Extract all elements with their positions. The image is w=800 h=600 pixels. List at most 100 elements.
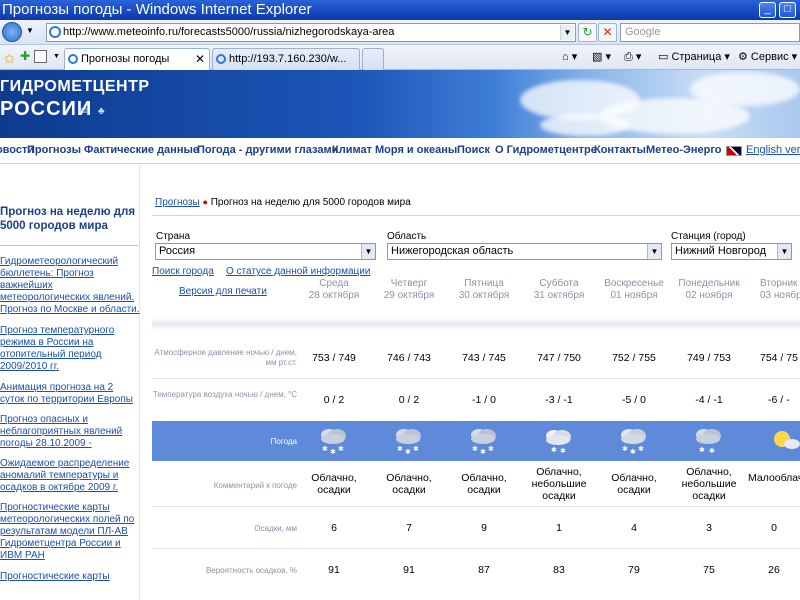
feeds-icon[interactable]: ▧ ▾ xyxy=(592,48,611,67)
comment-cell: Облачно, небольшие осадки xyxy=(531,466,587,502)
pressure-cell: 752 / 755 xyxy=(612,352,656,364)
comment-cell: Облачно, осадки xyxy=(311,472,357,496)
quick-tabs-icon[interactable] xyxy=(34,50,47,63)
menu-item-meteo-energo[interactable]: Метео-Энерго xyxy=(646,144,722,156)
service-menu[interactable]: ⚙ Сервис ▾ xyxy=(738,48,797,67)
refresh-icon[interactable]: ↻ xyxy=(578,23,597,42)
sun-cloud-icon xyxy=(774,431,800,449)
menu-item-other-eyes[interactable]: Погода - другими глазами xyxy=(197,144,338,156)
breadcrumb-separator-icon: ● xyxy=(202,197,208,207)
day-header: Вторник03 ноября xyxy=(760,278,800,301)
row-label-weather: Погода xyxy=(270,437,297,446)
address-toolbar: ▼ http://www.meteoinfo.ru/forecasts5000/… xyxy=(0,20,800,45)
english-version-link[interactable]: English version xyxy=(746,144,800,156)
history-dropdown-icon[interactable]: ▼ xyxy=(26,26,34,35)
tab-second[interactable]: http://193.7.160.230/w... xyxy=(212,48,360,70)
ie-tab-icon xyxy=(68,54,78,64)
favorites-star-icon[interactable]: ✩ xyxy=(4,51,15,67)
svg-text:✱: ✱ xyxy=(338,445,344,453)
cloud-snow-rain-icon: ✱ ✱ xyxy=(696,429,721,455)
menu-item-seas[interactable]: Моря и океаны xyxy=(375,144,457,156)
chevron-down-icon: ▼ xyxy=(777,244,791,259)
pressure-cell: 749 / 753 xyxy=(687,352,731,364)
breadcrumb-link-forecasts[interactable]: Прогнозы xyxy=(155,197,200,208)
menu-item-contacts[interactable]: Контакты xyxy=(594,144,646,156)
stop-icon[interactable]: ✕ xyxy=(598,23,617,42)
sidebar-link-heating-season[interactable]: Прогноз температурного режима в России н… xyxy=(0,325,140,373)
sidebar-link-bulletin[interactable]: Гидрометеорологический бюллетень: Прогно… xyxy=(0,256,140,316)
probability-cell: 26 xyxy=(768,564,780,576)
site-logo-line1[interactable]: ГИДРОМЕТЦЕНТР xyxy=(0,78,150,96)
home-icon[interactable]: ⌂ ▾ xyxy=(562,48,577,67)
day-header: Воскресенье 01 ноября xyxy=(604,278,664,301)
svg-text:✱: ✱ xyxy=(413,445,419,453)
print-version-link[interactable]: Версия для печати xyxy=(179,286,267,297)
precipitation-cell: 9 xyxy=(481,522,487,534)
precipitation-cell: 0 xyxy=(771,522,777,534)
menu-item-actual-data[interactable]: Фактические данные xyxy=(84,144,199,156)
city-search-link[interactable]: Поиск города xyxy=(152,266,214,277)
address-input[interactable]: http://www.meteoinfo.ru/forecasts5000/ru… xyxy=(46,23,576,42)
svg-text:✱: ✱ xyxy=(480,448,486,456)
region-select[interactable]: Нижегородская область ▼ xyxy=(387,243,662,260)
temperature-cell: -1 / 0 xyxy=(472,394,496,406)
row-label-pressure: Атмосферное давление ночью / днем, мм рт… xyxy=(154,348,297,367)
svg-text:✱: ✱ xyxy=(330,448,336,456)
minimize-button[interactable]: _ xyxy=(759,2,776,18)
row-label-precipitation: Осадки, мм xyxy=(254,524,297,533)
probability-cell: 91 xyxy=(403,564,415,576)
pressure-cell: 746 / 743 xyxy=(387,352,431,364)
precipitation-cell: 6 xyxy=(331,522,337,534)
temperature-cell: 0 / 2 xyxy=(323,394,345,406)
site-banner: ГИДРОМЕТЦЕНТР РОССИИ ⌂ ✉ ♣ xyxy=(0,70,800,138)
country-label: Страна xyxy=(156,231,191,242)
sidebar-link-anomalies[interactable]: Ожидаемое распределение аномалий темпера… xyxy=(0,458,140,494)
maximize-button[interactable]: □ xyxy=(779,2,796,18)
menu-item-climate[interactable]: Климат xyxy=(332,144,372,156)
station-select[interactable]: Нижний Новгород ▼ xyxy=(671,243,792,260)
uk-flag-icon xyxy=(726,146,742,156)
menu-item-forecasts[interactable]: Прогнозы xyxy=(27,144,81,156)
day-header: Понедельник 02 ноября xyxy=(678,278,740,301)
svg-text:✱: ✱ xyxy=(551,446,557,454)
pressure-cell: 743 / 745 xyxy=(462,352,506,364)
add-favorite-icon[interactable]: ✚ xyxy=(20,49,30,63)
tab-list-icon[interactable]: ▼ xyxy=(53,53,60,60)
row-label-temperature: Температура воздуха ночью / днем, °С xyxy=(152,390,297,399)
sidebar-divider xyxy=(0,245,138,246)
cloud-snow-icon: ✱ ✱ xyxy=(546,430,571,455)
banner-icons[interactable]: ⌂ ✉ ♣ xyxy=(62,106,109,117)
table-header-shadow xyxy=(152,318,800,330)
temperature-cell: 0 / 2 xyxy=(398,394,420,406)
probability-cell: 75 xyxy=(703,564,715,576)
print-icon[interactable]: ⎙ ▾ xyxy=(624,48,641,67)
menu-item-about[interactable]: О Гидрометцентре xyxy=(495,144,597,156)
page-menu[interactable]: ▭ Страница ▾ xyxy=(658,48,730,67)
sidebar-link-europe-animation[interactable]: Анимация прогноза на 2 суток по территор… xyxy=(0,382,140,406)
probability-cell: 87 xyxy=(478,564,490,576)
tab-forecasts[interactable]: Прогнозы погоды ✕ xyxy=(64,48,210,70)
day-header: Среда 28 октября xyxy=(308,278,360,301)
precipitation-cell: 3 xyxy=(706,522,712,534)
data-status-link[interactable]: О статусе данной информации xyxy=(226,266,370,277)
back-icon[interactable] xyxy=(2,22,22,42)
svg-text:✱: ✱ xyxy=(622,445,628,453)
row-label-probability: Вероятность осадков, % xyxy=(205,566,297,575)
main-menu: Новости Прогнозы Фактические данные Пого… xyxy=(0,138,800,164)
sidebar-link-prognostic-maps-2[interactable]: Прогностические карты xyxy=(0,571,140,583)
comment-cell: Малооблачно, без осадков xyxy=(748,472,800,484)
country-select[interactable]: Россия ▼ xyxy=(155,243,376,260)
sidebar-link-prognostic-maps[interactable]: Прогностические карты метеорологических … xyxy=(0,502,140,562)
menu-item-search[interactable]: Поиск xyxy=(457,144,490,156)
ie-page-icon xyxy=(49,26,61,38)
sidebar-heading: Прогноз на неделю для 5000 городов мира xyxy=(0,206,136,232)
chevron-down-icon: ▼ xyxy=(361,244,375,259)
address-dropdown-icon[interactable]: ▼ xyxy=(560,25,574,40)
cloud-decoration xyxy=(690,72,800,106)
search-input[interactable]: Google xyxy=(620,23,800,42)
new-tab-button[interactable] xyxy=(362,48,384,70)
close-tab-icon[interactable]: ✕ xyxy=(195,49,205,69)
probability-cell: 79 xyxy=(628,564,640,576)
tab-bar: ✩ ✚ ▼ Прогнозы погоды ✕ http://193.7.160… xyxy=(0,45,800,70)
sidebar-link-hazardous[interactable]: Прогноз опасных и неблагоприятных явлени… xyxy=(0,414,140,450)
